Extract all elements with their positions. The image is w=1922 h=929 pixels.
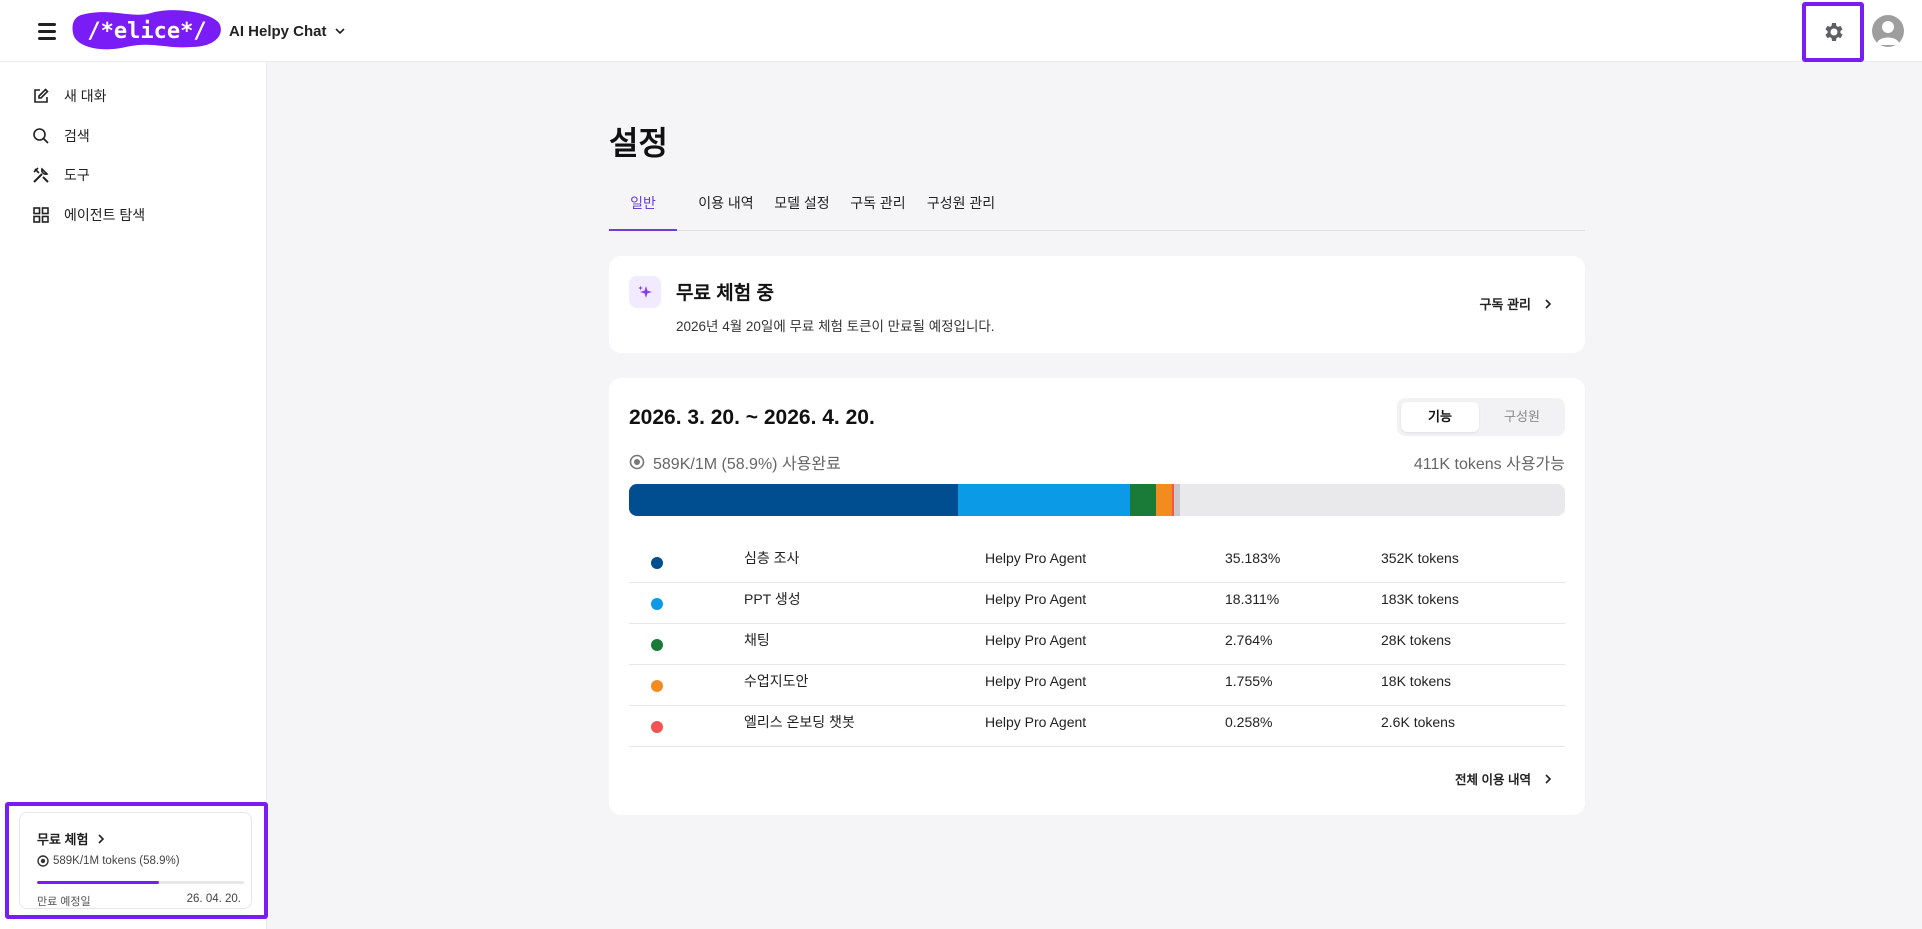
sidebar-item-label: 검색: [64, 128, 90, 144]
trial-usage: 589K/1M tokens (58.9%): [37, 855, 180, 867]
feature-name: 엘리스 온보딩 챗봇: [744, 714, 855, 730]
usage-tokens: 28K tokens: [1381, 632, 1452, 648]
legend-dot: [651, 557, 663, 569]
usage-table: 심층 조사 Helpy Pro Agent 35.183% 352K token…: [629, 542, 1565, 747]
sidebar-item-search[interactable]: 검색: [32, 124, 90, 148]
trial-status-card: 무료 체험 중 2026년 4월 20일에 무료 체험 토큰이 만료될 예정입니…: [609, 256, 1585, 353]
table-row: 엘리스 온보딩 챗봇 Helpy Pro Agent 0.258% 2.6K t…: [629, 706, 1565, 747]
usage-percent: 35.183%: [1225, 550, 1281, 566]
usage-card: 2026. 3. 20. ~ 2026. 4. 20. 기능 구성원 589K/…: [609, 378, 1585, 815]
tab-subscription[interactable]: 구독 관리: [843, 186, 913, 231]
agent-name: Helpy Pro Agent: [985, 714, 1087, 730]
tab-usage-history[interactable]: 이용 내역: [691, 186, 761, 231]
trial-progress-fill: [37, 881, 159, 884]
expiry-label: 만료 예정일: [37, 896, 91, 908]
toggle-member[interactable]: 구성원: [1483, 402, 1561, 432]
usage-percent: 1.755%: [1225, 673, 1273, 689]
usage-period: 2026. 3. 20. ~ 2026. 4. 20.: [629, 406, 875, 429]
trial-title: 무료 체험: [37, 832, 89, 847]
trial-status-title: 무료 체험 중: [676, 283, 774, 304]
sidebar-item-new-chat[interactable]: 새 대화: [32, 84, 107, 108]
hamburger-menu-icon[interactable]: [34, 18, 60, 44]
trial-summary-highlight: 무료 체험 589K/1M tokens (58.9%) 만료 예정일 26. …: [5, 802, 268, 919]
usage-bar-segment: [1155, 484, 1172, 516]
usage-percent: 0.258%: [1225, 714, 1273, 730]
table-row: 심층 조사 Helpy Pro Agent 35.183% 352K token…: [629, 542, 1565, 583]
trial-summary-card[interactable]: 무료 체험 589K/1M tokens (58.9%) 만료 예정일 26. …: [19, 812, 252, 909]
tab-general[interactable]: 일반: [609, 186, 677, 231]
expiry-date: 26. 04. 20.: [186, 893, 241, 905]
usage-used-text: 589K/1M (58.9%) 사용완료: [653, 456, 841, 473]
edit-icon: [34, 88, 49, 103]
tab-members[interactable]: 구성원 관리: [919, 186, 1003, 231]
feature-name: 채팅: [744, 632, 770, 648]
usage-bar-segment: [1174, 484, 1181, 516]
elice-logo[interactable]: /*elice*/: [71, 9, 223, 51]
usage-tokens: 18K tokens: [1381, 673, 1452, 689]
all-usage-label: 전체 이용 내역: [1455, 773, 1531, 787]
usage-used: 589K/1M (58.9%) 사용완료: [629, 450, 841, 474]
tools-icon: [33, 167, 49, 183]
usage-tokens: 183K tokens: [1381, 591, 1459, 607]
sidebar-item-agent-explore[interactable]: 에이전트 탐색: [32, 203, 145, 227]
usage-percent: 2.764%: [1225, 632, 1273, 648]
usage-percent: 18.311%: [1225, 591, 1280, 607]
trial-status-description: 2026년 4월 20일에 무료 체험 토큰이 만료될 예정입니다.: [676, 319, 995, 334]
logo-text: /*elice*/: [87, 19, 206, 44]
subscription-manage-label: 구독 관리: [1479, 297, 1531, 312]
agent-name: Helpy Pro Agent: [985, 591, 1087, 607]
agent-name: Helpy Pro Agent: [985, 673, 1087, 689]
subscription-manage-link[interactable]: 구독 관리: [1480, 294, 1555, 313]
usage-available: 411K tokens 사용가능: [1413, 456, 1565, 473]
feature-name: 수업지도안: [744, 673, 809, 689]
chevron-down-icon: [334, 28, 345, 35]
trial-progress-bar: [37, 881, 244, 884]
table-row: PPT 생성 Helpy Pro Agent 18.311% 183K toke…: [629, 583, 1565, 624]
settings-tabs: 일반 이용 내역 모델 설정 구독 관리 구성원 관리: [609, 186, 1585, 231]
avatar-icon[interactable]: [1872, 15, 1904, 47]
chevron-right-icon: [1545, 773, 1552, 784]
sidebar-item-label: 에이전트 탐색: [64, 207, 146, 223]
agent-name: Helpy Pro Agent: [985, 632, 1087, 648]
sidebar-item-tools[interactable]: 도구: [32, 163, 90, 187]
chevron-right-icon: [98, 833, 105, 844]
feature-name: PPT 생성: [744, 591, 801, 607]
usage-bar-segment: [629, 484, 959, 516]
chevron-right-icon: [1545, 298, 1552, 309]
legend-dot: [651, 680, 663, 692]
legend-dot: [651, 721, 663, 733]
all-usage-link[interactable]: 전체 이용 내역: [1455, 769, 1555, 788]
trial-title-link[interactable]: 무료 체험: [37, 829, 108, 848]
legend-dot: [651, 639, 663, 651]
usage-bar-segment: [1129, 484, 1156, 516]
sparkle-icon: [629, 276, 661, 308]
table-row: 수업지도안 Helpy Pro Agent 1.755% 18K tokens: [629, 665, 1565, 706]
usage-tokens: 2.6K tokens: [1381, 714, 1455, 730]
search-icon: [33, 128, 49, 144]
tab-model-settings[interactable]: 모델 설정: [767, 186, 837, 231]
sidebar: 새 대화 검색 도구 에이전트 탐색 무료 체험 589K/1M tokens …: [0, 62, 268, 929]
gear-icon: [1825, 23, 1843, 41]
trial-usage-text: 589K/1M tokens (58.9%): [53, 855, 180, 867]
toggle-feature[interactable]: 기능: [1401, 402, 1479, 432]
grid-icon: [33, 207, 49, 223]
token-icon: [629, 454, 645, 470]
top-bar: /*elice*/ AI Helpy Chat: [0, 0, 1922, 62]
sidebar-item-label: 새 대화: [64, 88, 107, 104]
token-icon: [37, 855, 49, 867]
agent-name: Helpy Pro Agent: [985, 550, 1087, 566]
usage-bar-segment: [958, 484, 1130, 516]
usage-tokens: 352K tokens: [1381, 550, 1459, 566]
app-name: AI Helpy Chat: [229, 22, 327, 40]
legend-dot: [651, 598, 663, 610]
app-switcher[interactable]: AI Helpy Chat: [229, 20, 347, 42]
usage-stacked-bar: [629, 484, 1565, 516]
table-row: 채팅 Helpy Pro Agent 2.764% 28K tokens: [629, 624, 1565, 665]
feature-name: 심층 조사: [744, 550, 800, 566]
page-title: 설정: [609, 125, 668, 161]
settings-button[interactable]: [1802, 2, 1864, 62]
sidebar-item-label: 도구: [64, 167, 90, 183]
usage-view-toggle: 기능 구성원: [1397, 398, 1565, 436]
